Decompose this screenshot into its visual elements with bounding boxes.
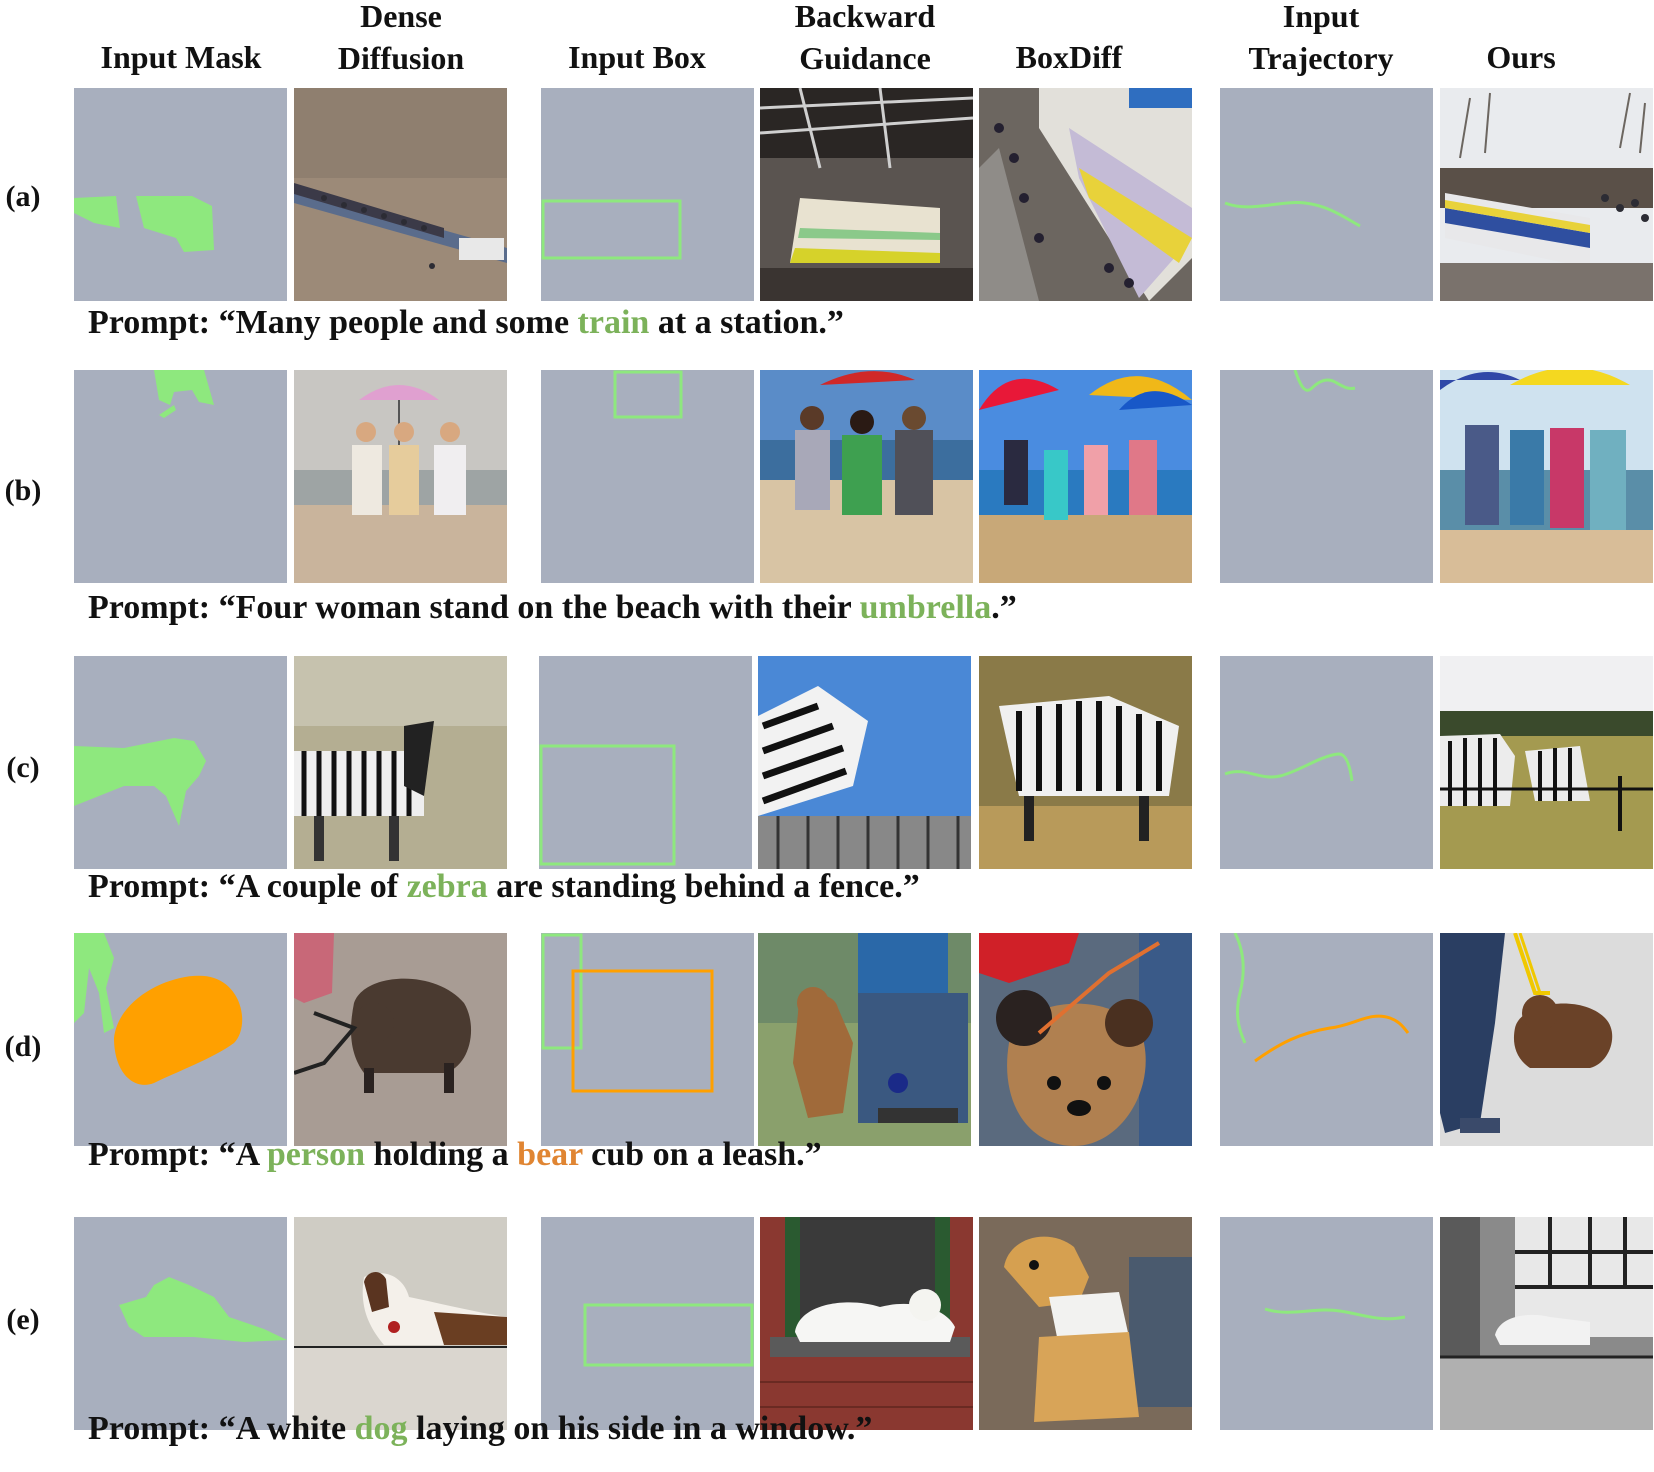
- prompt-d: Prompt: “A person holding a bear cub on …: [88, 1136, 822, 1173]
- input-trajectory-a: [1220, 88, 1433, 301]
- row-label: (d): [4, 1030, 42, 1063]
- input-mask-a: [74, 88, 287, 301]
- prompt-b: Prompt: “Four woman stand on the beach w…: [88, 589, 1017, 626]
- boxdiff-image-e: [979, 1217, 1192, 1430]
- row-label: (c): [6, 751, 40, 784]
- backward-guidance-image-d: [758, 933, 971, 1146]
- dense-diffusion-image-d: [294, 933, 507, 1146]
- input-box-d: [541, 933, 754, 1146]
- backward-guidance-image-e: [760, 1217, 973, 1430]
- ours-image-c: [1440, 656, 1653, 869]
- row-label: (a): [5, 180, 41, 213]
- input-mask-d: [74, 933, 287, 1146]
- dense-diffusion-image-e: [294, 1217, 507, 1430]
- header-input-mask: Input Mask: [100, 39, 262, 75]
- boxdiff-image-d: [979, 933, 1192, 1146]
- input-trajectory-b: [1220, 370, 1433, 583]
- prompt-c: Prompt: “A couple of zebra are standing …: [88, 868, 920, 905]
- backward-guidance-image-a: [760, 88, 973, 301]
- input-box-e: [541, 1217, 754, 1430]
- header-ours: Ours: [1486, 39, 1556, 75]
- input-trajectory-e: [1220, 1217, 1433, 1430]
- backward-guidance-image-b: [760, 370, 973, 583]
- input-trajectory-d: [1220, 933, 1433, 1146]
- input-mask-c: [74, 656, 287, 869]
- boxdiff-image-b: [979, 370, 1192, 583]
- row-label: (e): [6, 1303, 40, 1336]
- header-backward-guidance: Backward Guidance: [794, 0, 936, 76]
- input-box-b: [541, 370, 754, 583]
- header-boxdiff: BoxDiff: [1015, 39, 1123, 75]
- ours-image-b: [1440, 370, 1653, 583]
- row-label: (b): [4, 474, 42, 507]
- prompt-a: Prompt: “Many people and some train at a…: [88, 304, 844, 341]
- backward-guidance-image-c: [758, 656, 971, 869]
- header-dense-diffusion: Dense Diffusion: [337, 0, 465, 76]
- boxdiff-image-c: [979, 656, 1192, 869]
- dense-diffusion-image-b: [294, 370, 507, 583]
- dense-diffusion-image-c: [294, 656, 507, 869]
- header-input-trajectory: Input Trajectory: [1248, 0, 1394, 76]
- ours-image-e: [1440, 1217, 1653, 1430]
- ours-image-a: [1440, 88, 1653, 301]
- input-mask-e: [74, 1217, 287, 1430]
- boxdiff-image-a: [979, 88, 1192, 301]
- ours-image-d: [1440, 933, 1653, 1146]
- input-mask-b: [74, 370, 287, 583]
- dense-diffusion-image-a: [294, 88, 507, 301]
- prompt-e: Prompt: “A white dog laying on his side …: [88, 1410, 873, 1447]
- header-input-box: Input Box: [568, 39, 706, 75]
- input-box-a: [541, 88, 754, 301]
- input-box-c: [539, 656, 752, 869]
- input-trajectory-c: [1220, 656, 1433, 869]
